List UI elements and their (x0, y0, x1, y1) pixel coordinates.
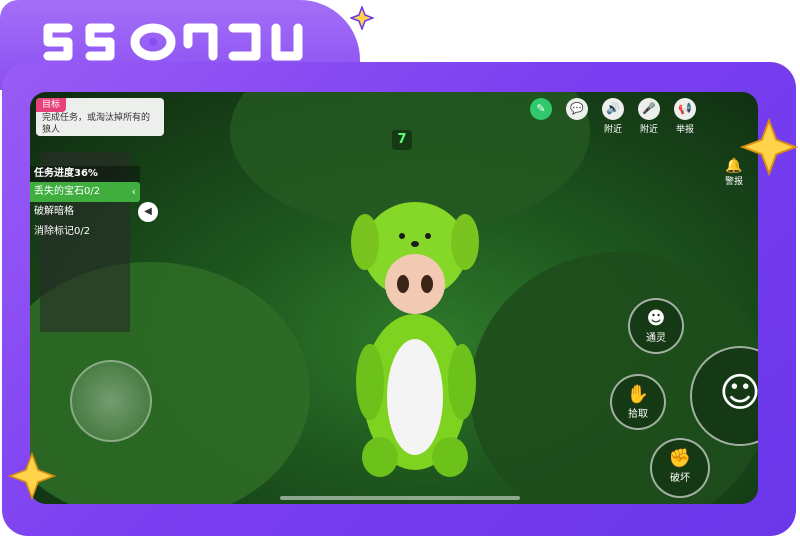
chevron-left-icon: ‹ (131, 185, 136, 198)
task-label: 破解暗格 (34, 206, 74, 217)
game-viewport[interactable]: 目标 完成任务，或淘汰掉所有的狼人 任务进度36% 丢失的宝石0/2 ‹ 破解暗… (30, 92, 758, 504)
chat-icon: 💬 (566, 98, 588, 120)
home-indicator (280, 496, 520, 500)
star-decoration-icon (8, 452, 56, 500)
task-item-gems[interactable]: 丢失的宝石0/2 ‹ (30, 182, 140, 202)
mic-button[interactable]: 🎤 附近 (636, 98, 662, 135)
player-character (351, 202, 479, 477)
chat-button[interactable]: 💬 (564, 98, 590, 135)
hand-icon: ✊ (668, 448, 692, 469)
ghost-icon: ☻ (646, 308, 666, 329)
skill-button-pickup[interactable]: ✋ 拾取 (610, 374, 666, 430)
task-label: 消除标记0/2 (34, 226, 91, 237)
action-figure-icon: ☺ (719, 370, 758, 416)
objective-text: 完成任务，或淘汰掉所有的狼人 (42, 113, 151, 135)
brand-logo (43, 23, 303, 61)
speaker-icon: 🔊 (602, 98, 624, 120)
movement-joystick[interactable] (70, 360, 152, 442)
collapse-tasks-button[interactable]: ◀ (138, 202, 158, 222)
report-button[interactable]: 📢 举报 (672, 98, 698, 135)
report-label: 举报 (675, 125, 694, 135)
task-item-marks[interactable]: 消除标记0/2 (30, 222, 140, 242)
mic-label: 附近 (639, 125, 658, 135)
star-sparkle-icon (350, 6, 374, 30)
task-item-cabinet[interactable]: 破解暗格 (30, 202, 140, 222)
report-icon: 📢 (674, 98, 696, 120)
note-icon: ✎ (530, 98, 552, 120)
task-progress: 任务进度36% (30, 166, 140, 182)
skill-label: 拾取 (628, 409, 648, 420)
skill-label: 破坏 (670, 473, 690, 484)
speaker-button[interactable]: 🔊 附近 (600, 98, 626, 135)
skill-label: 通灵 (646, 333, 666, 344)
grab-icon: ✋ (626, 384, 650, 405)
objective-tag: 目标 (36, 98, 67, 112)
mic-icon: 🎤 (638, 98, 660, 120)
task-panel: 任务进度36% 丢失的宝石0/2 ‹ 破解暗格 消除标记0/2 (30, 166, 140, 242)
skill-button-sabotage[interactable]: ✊ 破坏 (650, 438, 710, 498)
note-button[interactable]: ✎ (528, 98, 554, 135)
alarm-label: 警报 (724, 177, 743, 187)
player-counter: 7 (392, 130, 412, 150)
star-decoration-icon (740, 118, 798, 176)
speaker-label: 附近 (603, 125, 622, 135)
objective-panel: 目标 完成任务，或淘汰掉所有的狼人 (36, 98, 164, 136)
task-label: 丢失的宝石0/2 (34, 186, 101, 197)
skill-button-medium[interactable]: ☻ 通灵 (628, 298, 684, 354)
top-toolbar: ✎ 💬 🔊 附近 🎤 附近 📢 举报 (528, 98, 698, 135)
